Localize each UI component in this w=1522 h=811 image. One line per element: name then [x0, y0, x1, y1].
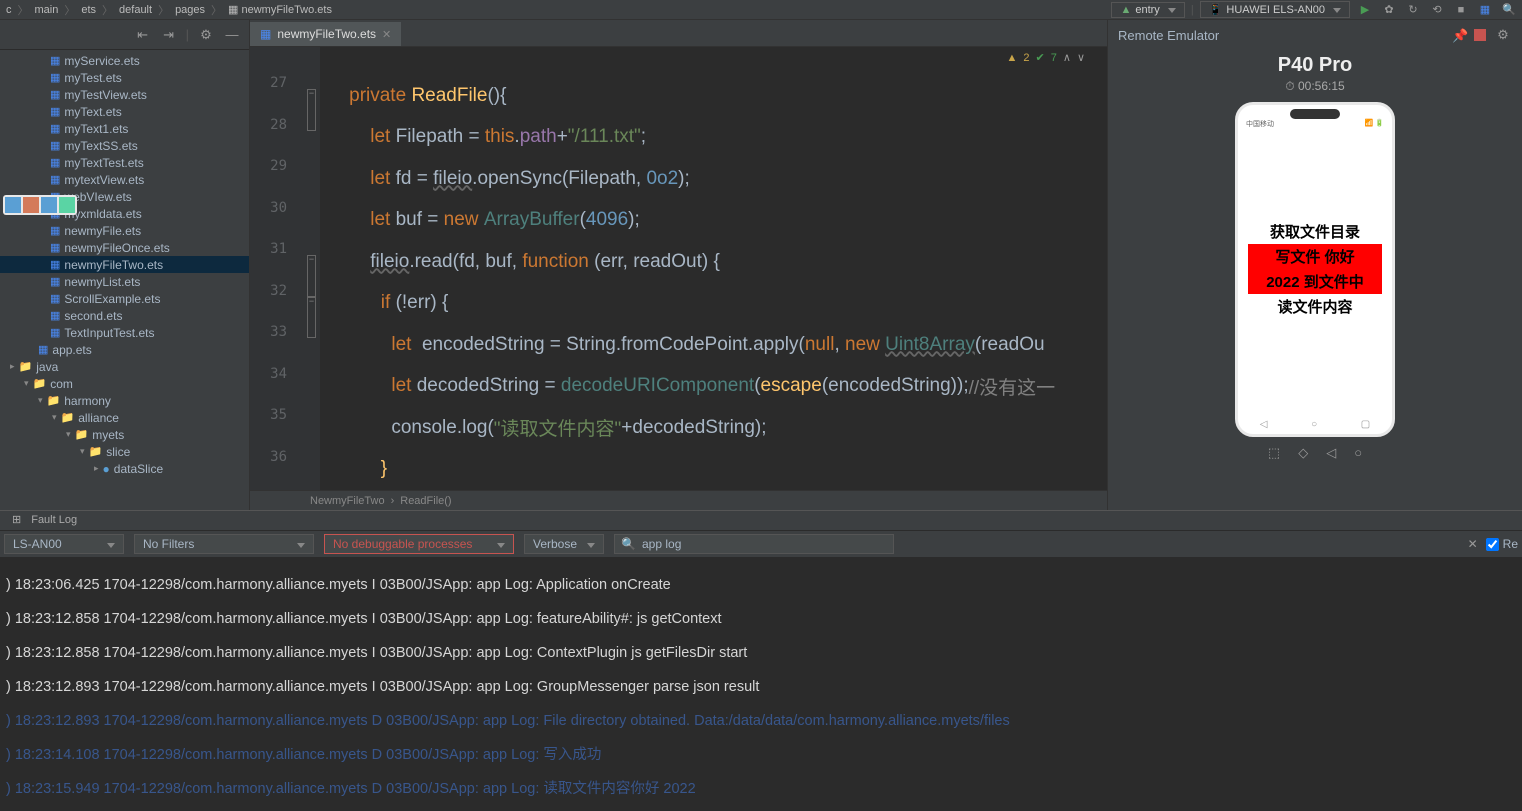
sidebar-file[interactable]: ▦ScrollExample.ets	[0, 290, 249, 307]
regex-label: Re	[1503, 537, 1518, 551]
log-line: ) 18:23:06.425 1704-12298/com.harmony.al…	[6, 568, 1516, 602]
sidebar-file[interactable]: ▦TextInputTest.ets	[0, 324, 249, 341]
project-sidebar: ⇤ ⇥ | ⚙ — ▦myService.ets▦myTest.ets▦myTe…	[0, 20, 250, 510]
collapse-icon[interactable]: ⇤	[134, 26, 152, 44]
back-icon[interactable]: ◁	[1326, 445, 1336, 461]
sidebar-file[interactable]: ▦newmyFileOnce.ets	[0, 239, 249, 256]
log-line: ) 18:23:12.893 1704-12298/com.harmony.al…	[6, 670, 1516, 704]
home-icon[interactable]: ○	[1354, 445, 1362, 461]
gear-icon[interactable]: ⚙	[1494, 26, 1512, 44]
emulator-panel: Remote Emulator 📌 ⚙ P40 Pro ⏱ 00:56:15 中…	[1107, 20, 1522, 510]
tool-icon[interactable]	[23, 197, 39, 213]
search-icon[interactable]: 🔍	[1500, 1, 1518, 19]
sidebar-folder[interactable]: ▾📁harmony	[0, 392, 249, 409]
debug-icon[interactable]: ✿	[1380, 1, 1398, 19]
logcat-filter-bar: LS-AN00 No Filters No debuggable process…	[0, 530, 1522, 558]
editor: ▦ newmyFileTwo.ets ✕ ▲2 ✔7 ∧ ∨ 272829303…	[250, 20, 1107, 510]
editor-breadcrumb[interactable]: NewmyFileTwo›ReadFile()	[250, 490, 1107, 510]
coverage-icon[interactable]: ⟲	[1428, 1, 1446, 19]
notch	[1290, 109, 1340, 119]
run-config-dropdown[interactable]: ▲entry	[1111, 2, 1184, 18]
filter-dropdown[interactable]: No Filters	[134, 534, 314, 554]
code-content[interactable]: private ReadFile(){ let Filepath = this.…	[320, 47, 1107, 490]
screen-line: 读文件内容	[1244, 294, 1386, 319]
stop-icon[interactable]: ■	[1452, 1, 1470, 19]
attach-icon[interactable]: ↻	[1404, 1, 1422, 19]
separator: |	[186, 27, 189, 42]
top-toolbar: c〉main〉ets〉default〉pages〉▦ newmyFileTwo.…	[0, 0, 1522, 20]
sidebar-folder[interactable]: ▾📁slice	[0, 443, 249, 460]
bottom-tool-tabs[interactable]: ⊞Fault Log	[0, 510, 1522, 530]
tool-icon[interactable]	[5, 197, 21, 213]
expand-icon[interactable]: ⇥	[160, 26, 178, 44]
tool-icon[interactable]	[41, 197, 57, 213]
floating-preview-toolbar[interactable]	[3, 195, 77, 215]
sidebar-folder[interactable]: ▸●dataSlice	[0, 460, 249, 477]
sidebar-file[interactable]: ▦newmyFileTwo.ets	[0, 256, 249, 273]
tab-label: newmyFileTwo.ets	[277, 27, 376, 41]
sidebar-folder[interactable]: ▸📁java	[0, 358, 249, 375]
landscape-icon[interactable]: ⬚	[1268, 445, 1280, 461]
log-line: ) 18:23:14.108 1704-12298/com.harmony.al…	[6, 738, 1516, 772]
sidebar-folder[interactable]: ▾📁alliance	[0, 409, 249, 426]
regex-checkbox[interactable]	[1486, 538, 1499, 551]
sidebar-file[interactable]: ▦myText.ets	[0, 103, 249, 120]
status-bar: 中国移动📶 🔋	[1244, 119, 1386, 129]
device-filter[interactable]: LS-AN00	[4, 534, 124, 554]
device-dropdown[interactable]: 📱HUAWEI ELS-AN00	[1200, 1, 1350, 18]
log-line: ) 18:23:12.858 1704-12298/com.harmony.al…	[6, 636, 1516, 670]
screen-line-highlighted: 写文件 你好	[1248, 244, 1382, 269]
close-icon[interactable]: ✕	[382, 28, 391, 41]
tool-icon[interactable]	[59, 197, 75, 213]
search-icon: 🔍	[621, 537, 636, 551]
sidebar-file[interactable]: ▦myTextSS.ets	[0, 137, 249, 154]
device-screen[interactable]: 中国移动📶 🔋 获取文件目录 写文件 你好 2022 到文件中 读文件内容 ◁○…	[1235, 102, 1395, 437]
rotate-icon[interactable]: ◇	[1298, 445, 1308, 461]
sidebar-file[interactable]: ▦mytextView.ets	[0, 171, 249, 188]
pin-icon[interactable]: 📌	[1452, 28, 1466, 42]
gear-icon[interactable]: ⚙	[197, 26, 215, 44]
sidebar-folder[interactable]: ▾📁com	[0, 375, 249, 392]
hide-icon[interactable]: —	[223, 26, 241, 44]
screen-line-highlighted: 2022 到文件中	[1248, 269, 1382, 294]
sidebar-file[interactable]: ▦myTest.ets	[0, 69, 249, 86]
editor-tab[interactable]: ▦ newmyFileTwo.ets ✕	[250, 22, 401, 46]
sidebar-file[interactable]: ▦myTextTest.ets	[0, 154, 249, 171]
level-filter[interactable]: Verbose	[524, 534, 604, 554]
sidebar-file[interactable]: ▦myService.ets	[0, 52, 249, 69]
device-model: P40 Pro	[1108, 54, 1522, 77]
close-icon[interactable]: ✕	[1464, 535, 1482, 553]
sidebar-file[interactable]: ▦myTestView.ets	[0, 86, 249, 103]
emulator-title: Remote Emulator	[1118, 28, 1219, 43]
sidebar-file[interactable]: ▦newmyFile.ets	[0, 222, 249, 239]
line-gutter[interactable]: 27282930313233343536	[250, 47, 305, 490]
layout-icon[interactable]: ▦	[1476, 1, 1494, 19]
sidebar-file[interactable]: ▦newmyList.ets	[0, 273, 249, 290]
stop-icon[interactable]	[1474, 29, 1486, 41]
separator: |	[1191, 4, 1194, 16]
sidebar-file[interactable]: ▦app.ets	[0, 341, 249, 358]
run-icon[interactable]: ▶	[1356, 1, 1374, 19]
log-output[interactable]: ) 18:23:06.425 1704-12298/com.harmony.al…	[0, 558, 1522, 798]
log-search[interactable]: 🔍app log	[614, 534, 894, 554]
sidebar-folder[interactable]: ▾📁myets	[0, 426, 249, 443]
screen-line: 获取文件目录	[1244, 219, 1386, 244]
log-line: ) 18:23:12.893 1704-12298/com.harmony.al…	[6, 704, 1516, 738]
sidebar-file[interactable]: ▦myText1.ets	[0, 120, 249, 137]
log-line: ) 18:23:12.858 1704-12298/com.harmony.al…	[6, 602, 1516, 636]
sidebar-file[interactable]: ▦second.ets	[0, 307, 249, 324]
nav-bar: ◁○▢	[1238, 419, 1392, 430]
breadcrumb[interactable]: c〉main〉ets〉default〉pages〉▦ newmyFileTwo.…	[4, 2, 334, 18]
session-time: ⏱ 00:56:15	[1108, 79, 1522, 94]
log-line: ) 18:23:15.949 1704-12298/com.harmony.al…	[6, 772, 1516, 798]
fold-gutter[interactable]: −−−	[305, 47, 320, 490]
process-filter[interactable]: No debuggable processes	[324, 534, 514, 554]
